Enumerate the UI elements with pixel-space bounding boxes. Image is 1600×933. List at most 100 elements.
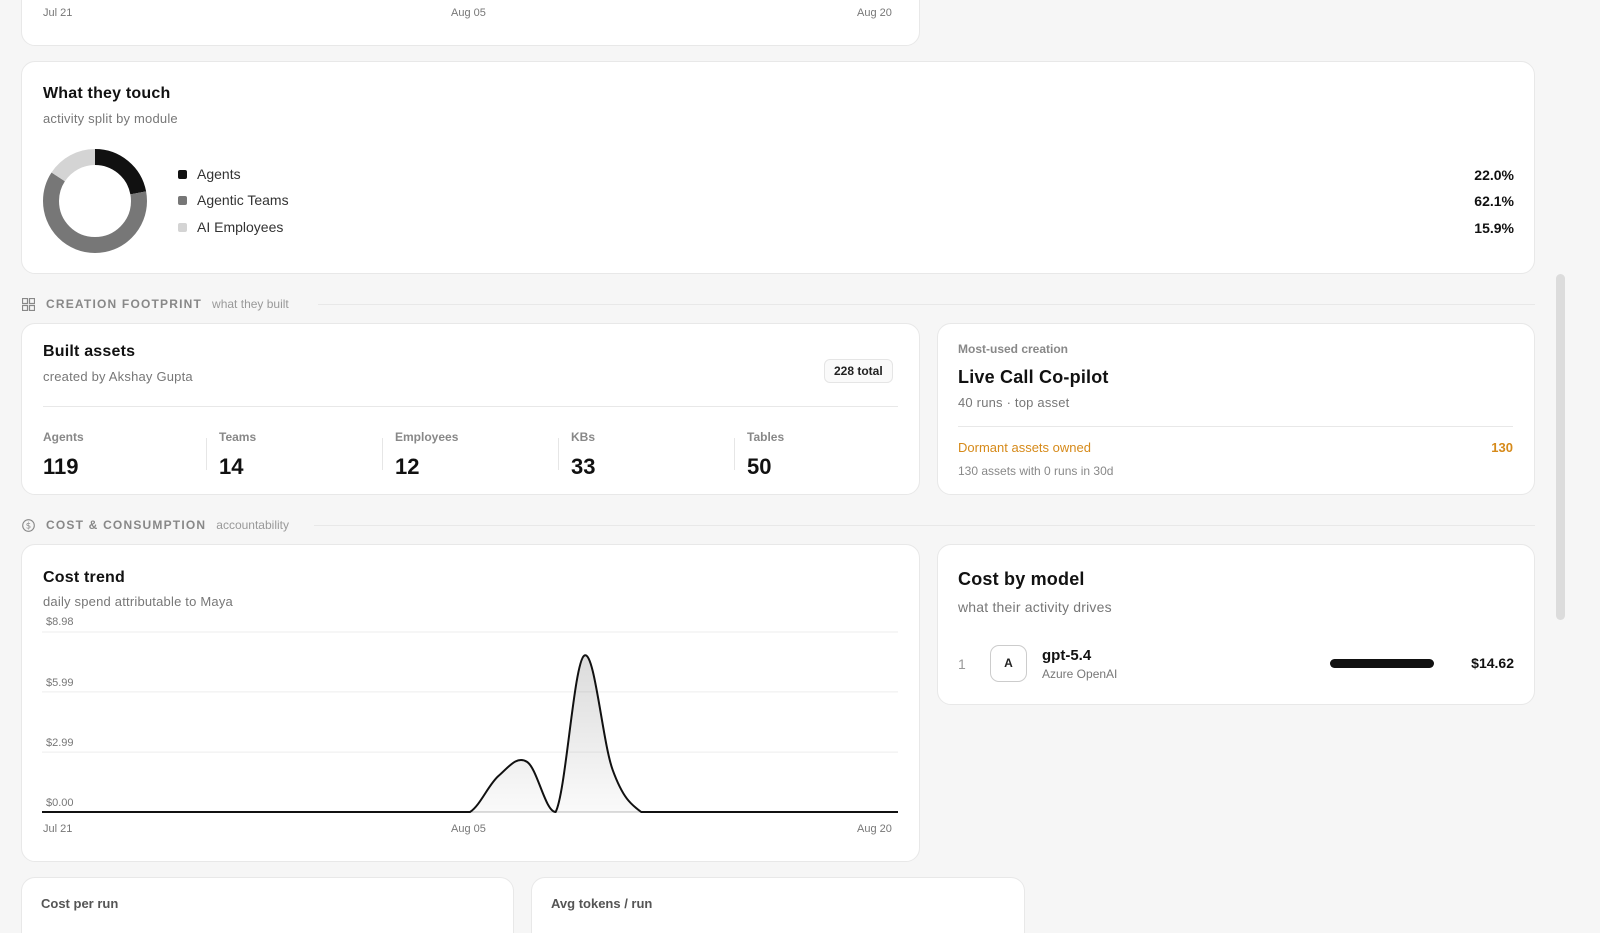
- stat-value: 119: [43, 454, 79, 479]
- stat-tables: Tables 50: [747, 430, 784, 480]
- cost-point-aug-05[interactable]: [467, 809, 473, 815]
- cost-point-aug-08[interactable]: [553, 809, 559, 815]
- cost-point-jul-26[interactable]: [182, 809, 188, 815]
- module-split-card: [21, 61, 1535, 274]
- most-used-divider: [958, 426, 1513, 427]
- cost-point-jul-29[interactable]: [267, 809, 273, 815]
- stat-divider: [206, 438, 207, 470]
- stat-agents: Agents 119: [43, 430, 84, 480]
- scrollbar-thumb[interactable]: [1556, 274, 1565, 620]
- creation-section-divider: [318, 304, 1535, 305]
- legend-swatch-ai-employees: [178, 222, 187, 232]
- stat-value: 14: [219, 454, 244, 479]
- creation-section-subtitle: what they built: [212, 297, 289, 311]
- pct-agentic-teams: 62.1%: [1474, 193, 1514, 209]
- model-cost-bar-fill: [1330, 659, 1434, 668]
- stat-label: Tables: [747, 430, 785, 444]
- cost-point-aug-09[interactable]: [581, 653, 587, 659]
- cost-point-aug-04[interactable]: [438, 809, 444, 815]
- stat-value: 33: [571, 454, 596, 479]
- module-split-title: What they touch: [43, 85, 171, 102]
- model-name: gpt-5.4: [1042, 647, 1092, 664]
- dormant-assets-note: 130 assets with 0 runs in 30d: [958, 464, 1114, 478]
- pct-agents: 22.0%: [1474, 167, 1514, 183]
- top-x-label-start: Jul 21: [43, 7, 73, 19]
- stat-kbs: KBs 33: [571, 430, 595, 480]
- cost-point-aug-07[interactable]: [524, 759, 530, 765]
- cost-by-model-subtitle: what their activity drives: [958, 599, 1112, 615]
- cost-point-aug-11[interactable]: [638, 809, 644, 815]
- pct-ai-employees: 15.9%: [1474, 220, 1514, 236]
- legend-label-agentic-teams: Agentic Teams: [197, 192, 289, 208]
- most-used-name[interactable]: Live Call Co-pilot: [958, 367, 1109, 388]
- model-cost: $14.62: [1471, 655, 1514, 671]
- model-provider-badge: A: [990, 645, 1027, 682]
- cost-point-aug-18[interactable]: [838, 809, 844, 815]
- cost-area-fill: [42, 655, 898, 812]
- legend-swatch-agentic-teams: [178, 195, 187, 205]
- cost-per-run-title: Cost per run: [41, 896, 119, 911]
- avg-tokens-title: Avg tokens / run: [551, 896, 653, 911]
- legend-label-ai-employees: AI Employees: [197, 219, 284, 235]
- cost-point-aug-03[interactable]: [410, 809, 416, 815]
- cost-point-jul-21[interactable]: [40, 809, 45, 815]
- cost-point-jul-31[interactable]: [324, 809, 330, 815]
- cost-point-jul-22[interactable]: [68, 809, 74, 815]
- cost-trend-subtitle: daily spend attributable to Maya: [43, 594, 233, 609]
- total-assets-badge: 228 total: [824, 359, 893, 383]
- cost-point-aug-06[interactable]: [496, 773, 502, 779]
- cost-section-divider: [314, 525, 1535, 526]
- cost-point-aug-01[interactable]: [353, 809, 359, 815]
- cost-point-jul-28[interactable]: [239, 809, 245, 815]
- x-tick-label-end: Aug 20: [857, 823, 892, 835]
- legend-item-agentic-teams: Agentic Teams: [178, 191, 289, 209]
- cost-point-aug-02[interactable]: [381, 809, 387, 815]
- cost-section-header: $ COST & CONSUMPTION accountability: [22, 517, 289, 533]
- built-assets-subtitle: created by Akshay Gupta: [43, 369, 193, 384]
- stat-employees: Employees 12: [395, 430, 458, 480]
- cost-point-jul-23[interactable]: [96, 809, 102, 815]
- cost-point-aug-14[interactable]: [724, 809, 730, 815]
- stat-divider: [558, 438, 559, 470]
- cost-point-jul-25[interactable]: [153, 809, 159, 815]
- stat-label: Employees: [395, 430, 459, 444]
- cost-trend-title: Cost trend: [43, 569, 125, 586]
- cost-point-aug-10[interactable]: [610, 767, 616, 773]
- stat-divider: [382, 438, 383, 470]
- stat-label: Agents: [43, 430, 84, 444]
- model-rank: 1: [958, 656, 966, 672]
- x-tick-label-start: Jul 21: [43, 823, 73, 835]
- stat-value: 12: [395, 454, 420, 479]
- cost-section-subtitle: accountability: [216, 518, 289, 532]
- cost-by-model-title: Cost by model: [958, 569, 1085, 589]
- scrollbar-track[interactable]: [1554, 0, 1568, 933]
- cost-point-aug-16[interactable]: [781, 809, 787, 815]
- dollar-circle-icon: $: [22, 518, 35, 532]
- cost-point-aug-15[interactable]: [752, 809, 758, 815]
- cost-trend-chart: [40, 631, 900, 815]
- svg-text:$: $: [26, 521, 31, 531]
- cost-point-jul-24[interactable]: [125, 809, 131, 815]
- x-tick-label-mid: Aug 05: [451, 823, 486, 835]
- cost-point-aug-19[interactable]: [866, 809, 872, 815]
- cost-point-jul-27[interactable]: [210, 809, 216, 815]
- cost-series-line: [41, 654, 898, 814]
- legend-label-agents: Agents: [197, 166, 241, 182]
- stat-teams: Teams 14: [219, 430, 256, 480]
- stat-label: Teams: [219, 430, 257, 444]
- built-assets-title: Built assets: [43, 343, 136, 360]
- cost-point-jul-30[interactable]: [296, 809, 302, 815]
- grid-icon: [22, 297, 35, 311]
- model-row[interactable]: 1 A gpt-5.4 Azure OpenAI $14.62: [958, 645, 1514, 683]
- model-provider: Azure OpenAI: [1042, 667, 1118, 681]
- cost-point-aug-12[interactable]: [667, 809, 673, 815]
- dormant-assets-label[interactable]: Dormant assets owned: [958, 440, 1091, 455]
- cost-point-aug-17[interactable]: [809, 809, 815, 815]
- top-x-label-mid: Aug 05: [451, 7, 486, 19]
- cost-point-aug-20[interactable]: [895, 809, 900, 815]
- stat-value: 50: [747, 454, 772, 479]
- dormant-assets-value: 130: [1491, 440, 1513, 455]
- built-assets-card: [21, 323, 920, 495]
- top-x-label-end: Aug 20: [857, 7, 892, 19]
- cost-point-aug-13[interactable]: [695, 809, 701, 815]
